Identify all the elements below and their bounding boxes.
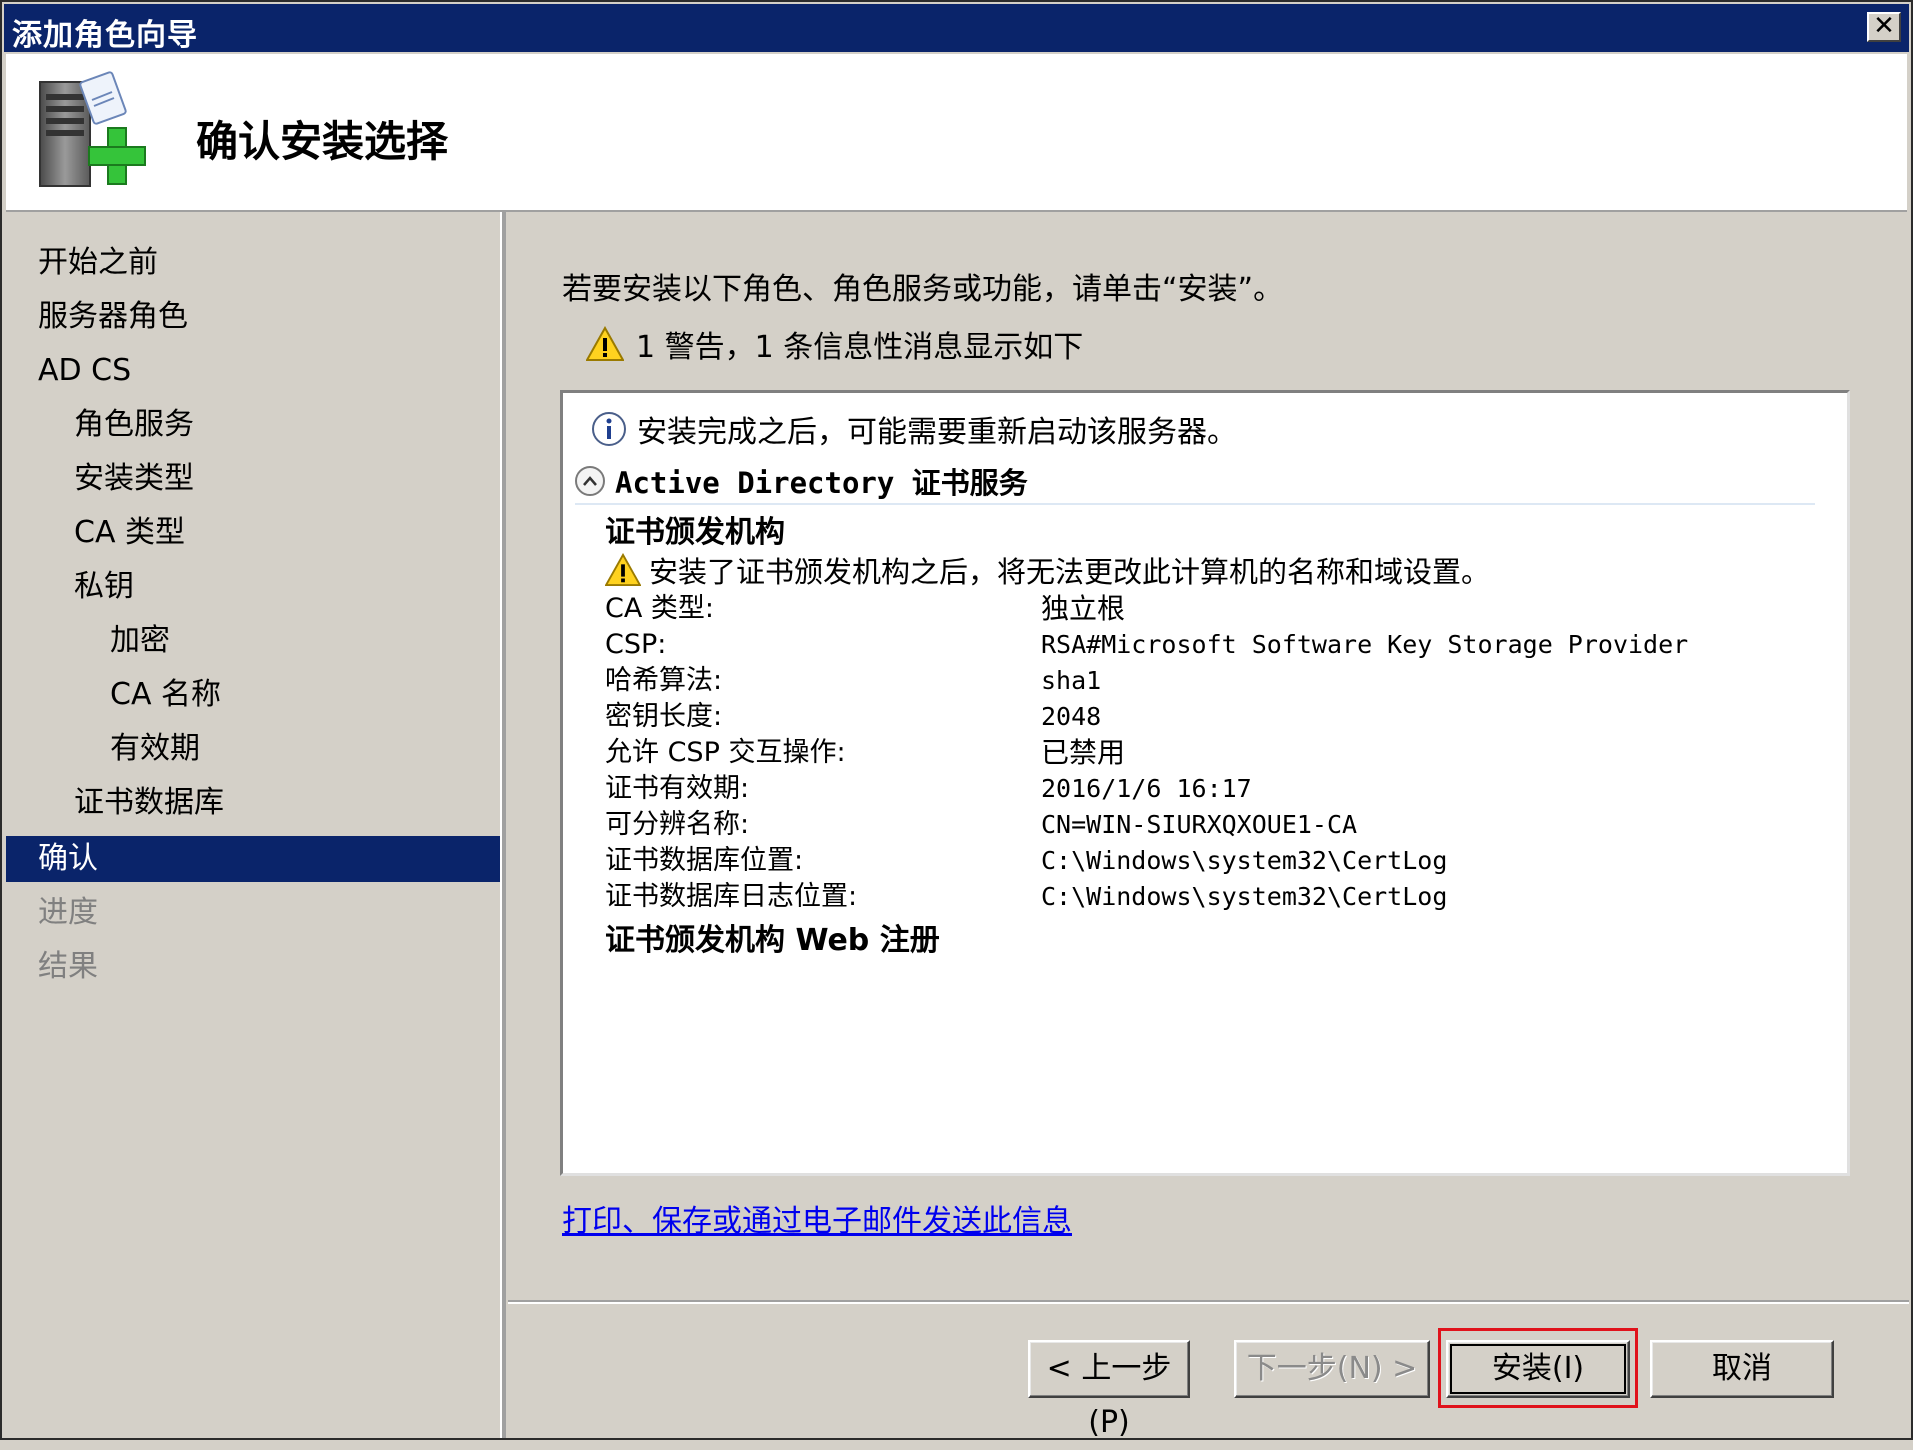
property-value: 2016/1/6 16:17 <box>1041 774 1252 803</box>
property-value: C:\Windows\system32\CertLog <box>1041 882 1448 911</box>
property-row: 允许 CSP 交互操作: 已禁用 <box>605 735 1825 771</box>
sidebar-item-before-you-begin[interactable]: 开始之前 <box>6 240 500 286</box>
wizard-header: 确认安装选择 <box>6 54 1907 212</box>
property-value: 2048 <box>1041 702 1102 731</box>
info-message: 安装完成之后，可能需要重新启动该服务器。 <box>591 407 1237 451</box>
property-row: CSP: RSA#Microsoft Software Key Storage … <box>605 627 1825 663</box>
property-key: 可分辨名称: <box>605 809 750 840</box>
section-header-ad-cs: Active Directory 证书服务 <box>575 459 1815 505</box>
property-value: C:\Windows\system32\CertLog <box>1041 846 1448 875</box>
property-row: 证书有效期: 2016/1/6 16:17 <box>605 771 1825 807</box>
property-row: 证书数据库位置: C:\Windows\system32\CertLog <box>605 843 1825 879</box>
property-key: CA 类型: <box>605 593 715 624</box>
print-save-email-link[interactable]: 打印、保存或通过电子邮件发送此信息 <box>562 1196 1072 1240</box>
sidebar-item-cryptography[interactable]: 加密 <box>6 618 500 664</box>
info-message-text: 安装完成之后，可能需要重新启动该服务器。 <box>637 415 1237 450</box>
sidebar-item-server-roles[interactable]: 服务器角色 <box>6 294 500 340</box>
property-value: CN=WIN-SIURXQXOUE1-CA <box>1041 810 1358 839</box>
property-key: CSP: <box>605 629 667 660</box>
next-button: 下一步(N) > <box>1234 1340 1430 1398</box>
sidebar-item-ca-type[interactable]: CA 类型 <box>6 510 500 556</box>
property-row: 哈希算法: sha1 <box>605 663 1825 699</box>
back-button[interactable]: < 上一步(P) <box>1028 1340 1190 1440</box>
warning-summary: 1 警告，1 条信息性消息显示如下 <box>586 322 1083 366</box>
property-value: RSA#Microsoft Software Key Storage Provi… <box>1041 630 1689 659</box>
close-button[interactable]: ✕ <box>1867 12 1901 42</box>
property-value: 已禁用 <box>1041 736 1126 769</box>
collapse-icon[interactable] <box>575 466 605 496</box>
install-button[interactable]: 安装(I) <box>1446 1340 1630 1398</box>
window-title: 添加角色向导 <box>12 18 198 53</box>
property-key: 证书有效期: <box>605 773 750 804</box>
warning-summary-text: 1 警告，1 条信息性消息显示如下 <box>636 330 1084 365</box>
info-icon <box>592 412 626 446</box>
confirmation-details-panel[interactable]: 安装完成之后，可能需要重新启动该服务器。 Active Directory 证书… <box>560 390 1850 1176</box>
sidebar-item-ad-cs[interactable]: AD CS <box>6 348 500 394</box>
cancel-button[interactable]: 取消 <box>1650 1340 1834 1398</box>
wizard-steps-sidebar: 开始之前 服务器角色 AD CS 角色服务 安装类型 CA 类型 私钥 加密 C… <box>6 212 506 1438</box>
server-add-icon <box>34 70 154 194</box>
sidebar-item-private-key[interactable]: 私钥 <box>6 564 500 610</box>
warning-icon <box>586 326 624 361</box>
title-bar: 添加角色向导 ✕ <box>4 4 1909 53</box>
main-content: 若要安装以下角色、角色服务或功能，请单击“安装”。 1 警告，1 条信息性消息显… <box>508 212 1909 1302</box>
sidebar-item-progress: 进度 <box>38 895 98 930</box>
property-row: CA 类型: 独立根 <box>605 591 1825 627</box>
footer-divider <box>508 1300 1909 1304</box>
sidebar-item-ca-name[interactable]: CA 名称 <box>6 672 500 718</box>
sidebar-item-setup-type[interactable]: 安装类型 <box>6 456 500 502</box>
section-title: Active Directory 证书服务 <box>615 466 1028 500</box>
add-roles-wizard-window: 添加角色向导 ✕ 确认安装选择 开始之前 服务器角色 AD CS 角色服务 安装… <box>0 0 1913 1440</box>
sidebar-item-role-services[interactable]: 角色服务 <box>6 402 500 448</box>
property-key: 密钥长度: <box>605 701 723 732</box>
sidebar-item-validity-period[interactable]: 有效期 <box>6 726 500 772</box>
ca-warning: 安装了证书颁发机构之后，将无法更改此计算机的名称和域设置。 <box>605 549 1490 591</box>
property-row: 证书数据库日志位置: C:\Windows\system32\CertLog <box>605 879 1825 915</box>
ca-heading: 证书颁发机构 <box>605 515 785 550</box>
property-key: 哈希算法: <box>605 665 723 696</box>
property-value: sha1 <box>1041 666 1102 695</box>
property-row: 密钥长度: 2048 <box>605 699 1825 735</box>
ca-warning-text: 安装了证书颁发机构之后，将无法更改此计算机的名称和域设置。 <box>649 555 1491 589</box>
sidebar-item-confirmation[interactable]: 确认 <box>6 836 500 882</box>
property-key: 证书数据库位置: <box>605 845 804 876</box>
instruction-text: 若要安装以下角色、角色服务或功能，请单击“安装”。 <box>562 272 1284 307</box>
property-key: 证书数据库日志位置: <box>605 881 858 912</box>
property-value: 独立根 <box>1041 592 1126 625</box>
page-title: 确认安装选择 <box>196 117 449 166</box>
warning-icon <box>605 553 641 587</box>
property-key: 允许 CSP 交互操作: <box>605 737 846 768</box>
property-row: 可分辨名称: CN=WIN-SIURXQXOUE1-CA <box>605 807 1825 843</box>
sidebar-item-certificate-database[interactable]: 证书数据库 <box>6 780 500 826</box>
sidebar-item-results: 结果 <box>38 949 98 984</box>
web-enrollment-heading: 证书颁发机构 Web 注册 <box>605 923 940 958</box>
